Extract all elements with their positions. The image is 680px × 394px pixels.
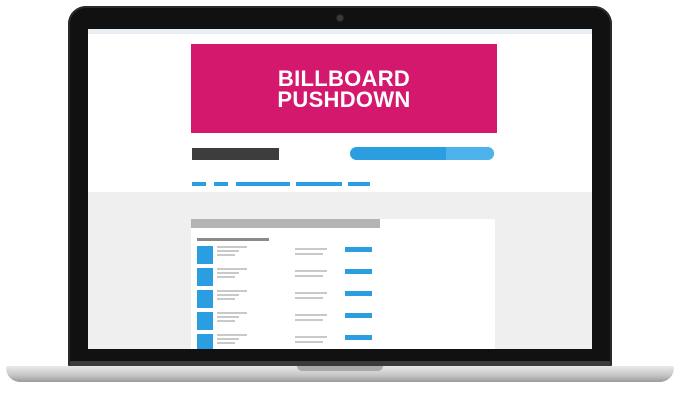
site-logo-placeholder[interactable] [192,148,279,160]
browser-top-strip [88,29,592,34]
list-item[interactable] [191,334,495,349]
panel-title-placeholder [197,238,269,241]
nav-item[interactable] [236,182,290,186]
list-action-button[interactable] [345,291,372,296]
text-line-placeholder [217,276,235,278]
list-thumbnail [197,246,213,264]
text-line-placeholder [295,314,327,316]
list-action-button[interactable] [345,247,372,252]
nav-item[interactable] [192,182,206,186]
billboard-ad-text: BILLBOARD PUSHDOWN [277,65,411,112]
list-thumbnail [197,268,213,286]
list-thumbnail [197,290,213,308]
nav-item[interactable] [214,182,228,186]
text-line-placeholder [295,336,327,338]
list-action-button[interactable] [345,269,372,274]
text-line-placeholder [217,272,239,274]
text-line-placeholder [217,334,247,336]
text-line-placeholder [295,297,323,299]
webcam-icon [337,15,343,21]
billboard-pushdown-ad[interactable]: BILLBOARD PUSHDOWN [191,44,497,133]
text-line-placeholder [217,338,239,340]
list-item[interactable] [191,290,495,310]
billboard-line-1: BILLBOARD [277,65,411,91]
panel-header-placeholder [191,219,380,228]
text-line-placeholder [295,270,327,272]
list-item[interactable] [191,246,495,266]
text-line-placeholder [295,248,327,250]
text-line-placeholder [217,316,239,318]
content-panel [191,219,495,349]
text-line-placeholder [217,250,239,252]
list-action-button[interactable] [345,335,372,340]
list-item[interactable] [191,268,495,288]
text-line-placeholder [217,298,235,300]
text-line-placeholder [295,319,323,321]
billboard-line-2: PUSHDOWN [277,86,411,112]
search-button-placeholder[interactable] [446,147,494,160]
nav-item[interactable] [348,182,370,186]
list-item[interactable] [191,312,495,332]
text-line-placeholder [217,290,247,292]
text-line-placeholder [217,294,239,296]
search-bar-placeholder[interactable] [350,147,494,160]
text-line-placeholder [295,275,323,277]
text-line-placeholder [217,320,235,322]
text-line-placeholder [217,342,235,344]
text-line-placeholder [295,341,323,343]
text-line-placeholder [217,268,247,270]
text-line-placeholder [217,254,235,256]
laptop-screen: BILLBOARD PUSHDOWN [88,29,592,349]
laptop-base-notch [297,366,383,371]
list-action-button[interactable] [345,313,372,318]
list-thumbnail [197,312,213,330]
text-line-placeholder [217,312,247,314]
laptop-mockup: BILLBOARD PUSHDOWN [0,0,680,394]
text-line-placeholder [217,246,247,248]
text-line-placeholder [295,292,327,294]
text-line-placeholder [295,253,323,255]
nav-item[interactable] [296,182,342,186]
list-thumbnail [197,334,213,349]
